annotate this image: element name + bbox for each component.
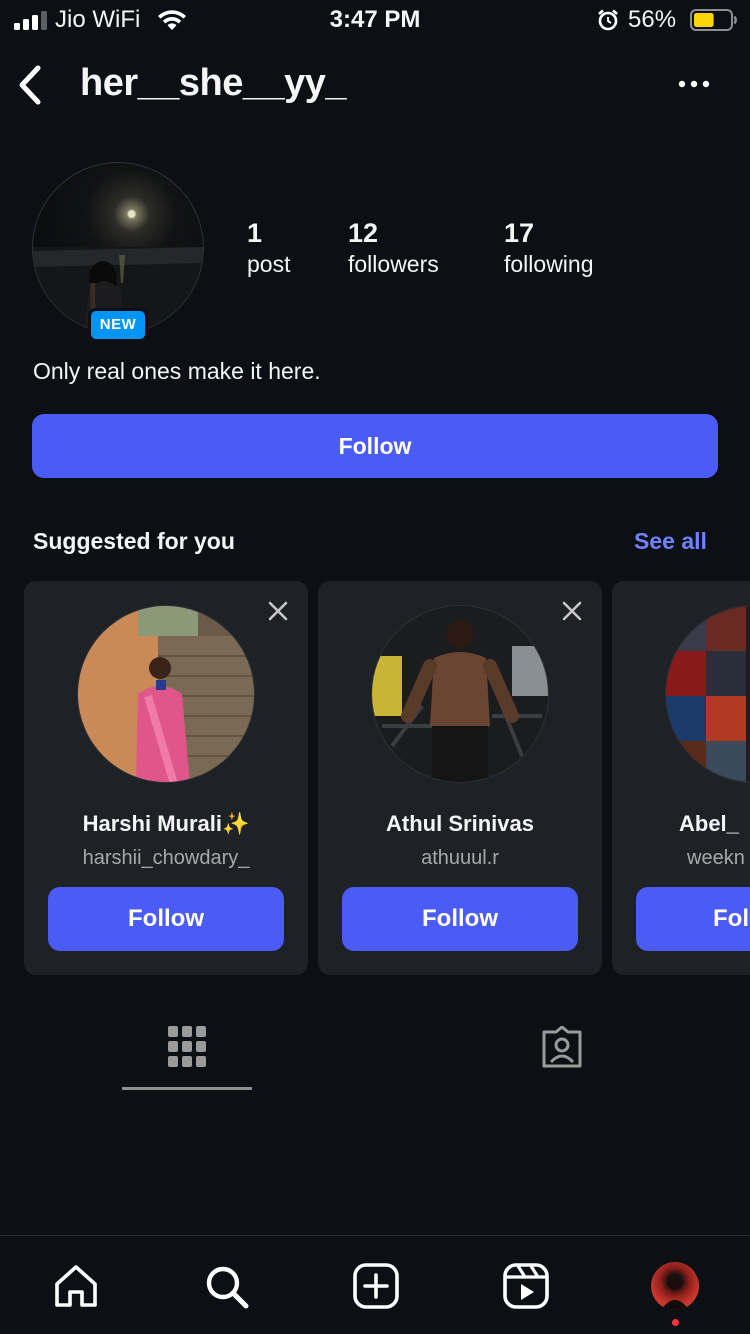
suggestion-name: Harshi Murali✨ — [82, 811, 250, 836]
suggestion-follow-button[interactable]: Follow — [48, 887, 284, 951]
followers-count: 12 — [348, 218, 379, 248]
suggestion-handle: harshii_chowdary_ — [82, 847, 250, 869]
tagged-icon[interactable] — [540, 1026, 584, 1068]
following-label: following — [504, 251, 594, 277]
close-icon[interactable] — [560, 599, 584, 623]
suggestion-follow-button[interactable]: Follow — [342, 887, 578, 951]
suggestion-handle: athuuul.r — [421, 847, 499, 869]
notification-dot — [672, 1319, 679, 1326]
followers-stat[interactable]: 12 followers — [348, 218, 439, 278]
profile-tab-avatar[interactable] — [651, 1262, 699, 1310]
follow-button[interactable]: Follow — [32, 414, 718, 478]
home-icon[interactable] — [52, 1262, 100, 1310]
search-icon[interactable] — [202, 1262, 250, 1310]
posts-count: 1 — [247, 218, 263, 248]
suggestion-card[interactable]: Athul Srinivas athuuul.r Follow — [318, 581, 602, 975]
suggestion-follow-button[interactable]: Fol — [636, 887, 750, 951]
active-tab-indicator — [122, 1087, 252, 1090]
create-icon[interactable] — [352, 1262, 400, 1310]
chevron-left-icon[interactable] — [14, 62, 46, 108]
profile-username-title: her__she__yy_ — [80, 62, 347, 104]
battery-icon — [690, 9, 737, 31]
more-horizontal-icon[interactable] — [676, 74, 712, 94]
posts-label: post — [247, 251, 291, 277]
suggestion-avatar[interactable] — [665, 605, 750, 783]
suggested-title: Suggested for you — [33, 528, 235, 554]
alarm-icon — [598, 9, 618, 31]
suggestion-card[interactable]: Abel_ weekn Fol — [612, 581, 750, 975]
suggestion-avatar[interactable] — [77, 605, 255, 783]
suggestion-name: Abel_ — [679, 811, 739, 836]
posts-stat[interactable]: 1 post — [247, 218, 290, 278]
reels-icon[interactable] — [502, 1262, 550, 1310]
following-stat[interactable]: 17 following — [504, 218, 594, 278]
followers-label: followers — [348, 251, 439, 277]
profile-avatar[interactable]: NEW — [32, 162, 204, 342]
grid-icon[interactable] — [168, 1026, 206, 1068]
new-badge: NEW — [88, 308, 148, 342]
status-bar: Jio WiFi 3:47 PM 56% — [0, 0, 750, 40]
see-all-link[interactable]: See all — [634, 528, 707, 555]
profile-bio: Only real ones make it here. — [33, 358, 321, 384]
battery-percent: 56% — [628, 6, 677, 33]
suggestion-avatar[interactable] — [371, 605, 549, 783]
close-icon[interactable] — [266, 599, 290, 623]
suggestion-name: Athul Srinivas — [386, 811, 534, 836]
bottom-nav — [0, 1235, 750, 1334]
following-count: 17 — [504, 218, 535, 248]
suggestion-handle: weekn — [687, 847, 745, 869]
suggestion-card[interactable]: Harshi Murali✨ harshii_chowdary_ Follow — [24, 581, 308, 975]
